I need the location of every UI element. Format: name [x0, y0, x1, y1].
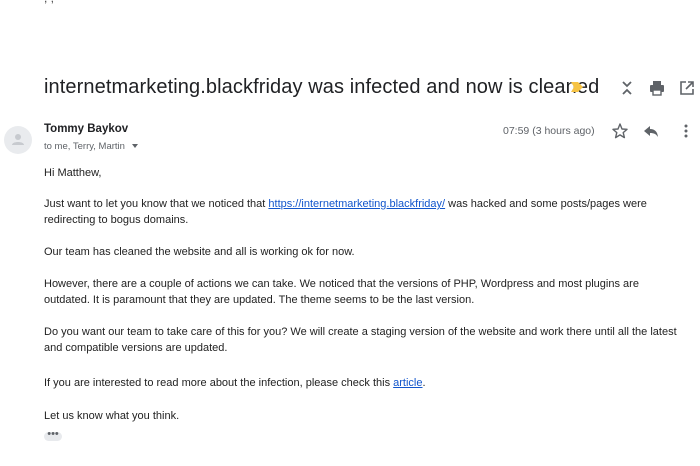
site-link[interactable]: https://internetmarketing.blackfriday/ [268, 198, 445, 210]
p1-text-before: Just want to let you know that we notice… [44, 198, 269, 210]
greeting: Hi Matthew, [44, 167, 102, 179]
chevron-down-icon [131, 144, 138, 148]
body-paragraph-2: Our team has cleaned the website and all… [44, 246, 355, 258]
expand-collapse-icon[interactable] [618, 79, 636, 97]
recipients-toggle[interactable]: to me, Terry, Martin [44, 141, 138, 152]
body-paragraph-6: Let us know what you think. [44, 410, 180, 422]
more-vert-icon[interactable] [677, 122, 695, 140]
body-paragraph-3: However, there are a couple of actions w… [44, 278, 639, 306]
email-timestamp: 07:59 (3 hours ago) [503, 125, 595, 137]
print-icon[interactable] [648, 79, 666, 97]
body-paragraph-5: If you are interested to read more about… [44, 375, 684, 391]
default-avatar-icon [12, 134, 24, 145]
body-paragraph-4: Do you want our team to take care of thi… [44, 326, 677, 354]
recipients-text: to me, Terry, Martin [44, 141, 125, 152]
star-icon[interactable] [611, 122, 629, 140]
email-subject: internetmarketing.blackfriday was infect… [44, 76, 600, 98]
importance-marker-icon[interactable] [571, 82, 583, 92]
sender-avatar[interactable] [4, 126, 32, 154]
body-paragraph-1: Just want to let you know that we notice… [44, 196, 684, 228]
p5-text-before: If you are interested to read more about… [44, 377, 394, 389]
sender-name[interactable]: Tommy Baykov [44, 123, 128, 135]
p5-text-after: . [422, 377, 426, 389]
show-trimmed-content-button[interactable]: ••• [44, 429, 62, 441]
open-in-new-window-icon[interactable] [678, 79, 696, 97]
subject-row: internetmarketing.blackfriday was infect… [44, 76, 700, 100]
cropped-header-text: , , [44, 0, 54, 5]
reply-icon[interactable] [642, 122, 660, 140]
article-link[interactable]: article [393, 377, 422, 389]
